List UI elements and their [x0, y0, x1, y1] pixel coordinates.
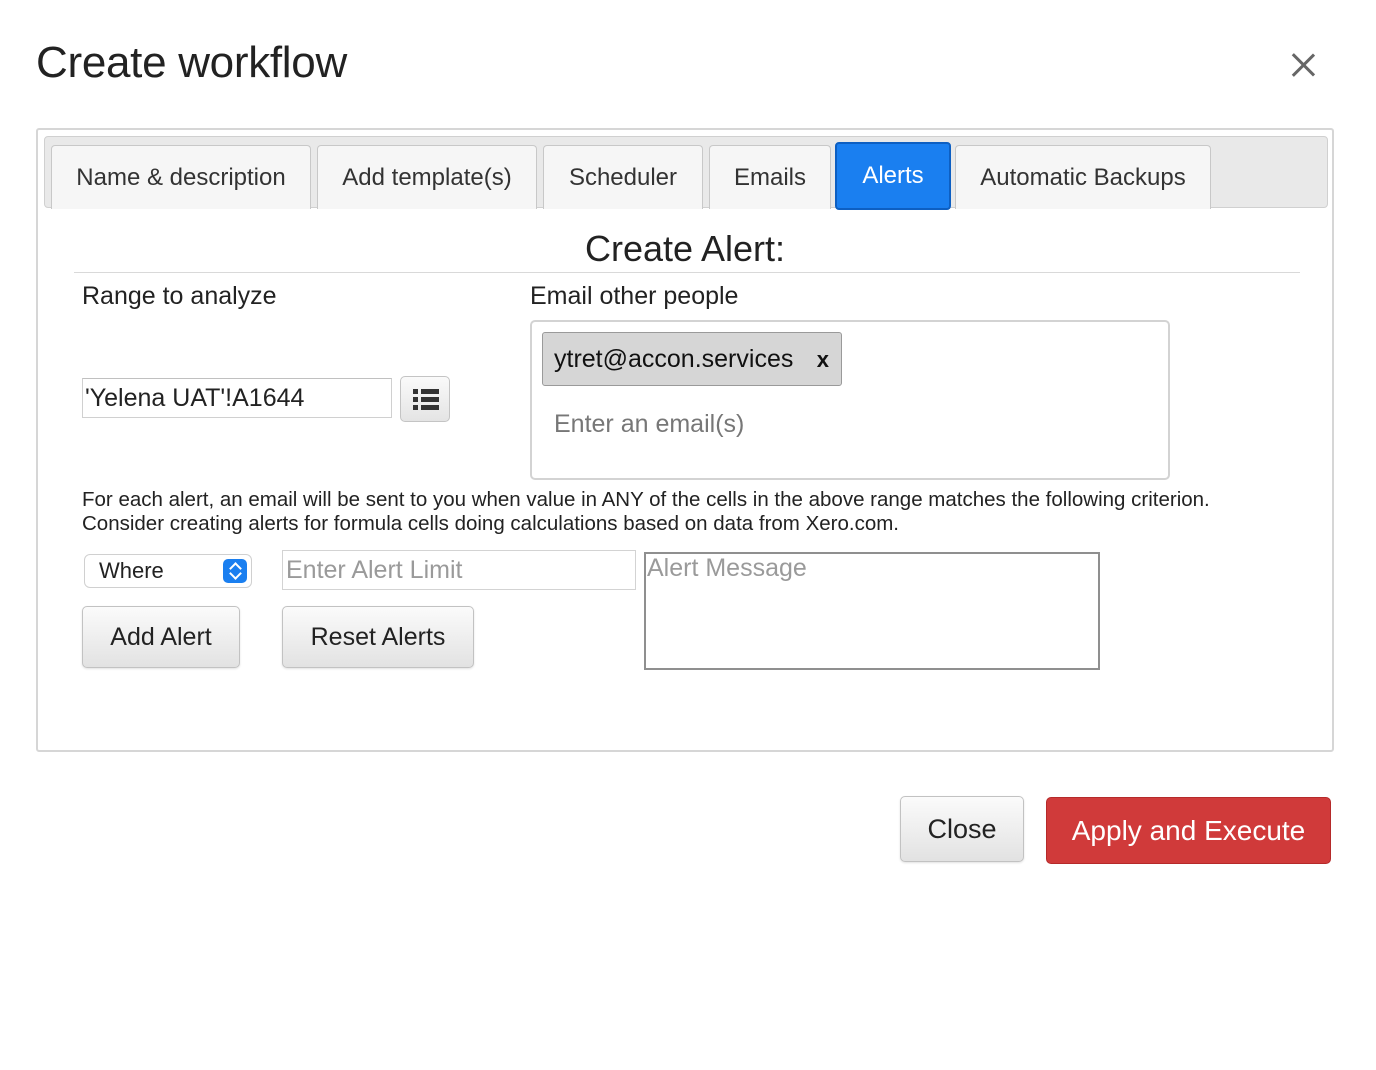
- tab-automatic-backups[interactable]: Automatic Backups: [955, 145, 1211, 209]
- tab-alerts[interactable]: Alerts: [835, 142, 951, 210]
- range-picker-button[interactable]: [400, 376, 450, 422]
- add-alert-button[interactable]: Add Alert: [82, 606, 240, 668]
- range-input[interactable]: 'Yelena UAT'!A1644: [82, 378, 392, 418]
- close-button[interactable]: Close: [900, 796, 1024, 862]
- email-input[interactable]: [554, 406, 1154, 442]
- workflow-panel: Name & description Add template(s) Sched…: [36, 128, 1334, 752]
- section-title: Create Alert:: [584, 228, 786, 269]
- email-chip: ytret@accon.services x: [542, 332, 842, 386]
- alert-description: For each alert, an email will be sent to…: [82, 488, 1210, 535]
- tab-scheduler[interactable]: Scheduler: [543, 145, 703, 209]
- alert-message-input[interactable]: [644, 552, 1100, 670]
- email-label: Email other people: [530, 282, 739, 310]
- tab-emails[interactable]: Emails: [709, 145, 831, 209]
- condition-select[interactable]: Where: [84, 554, 252, 588]
- divider: [74, 272, 1300, 273]
- tab-name-description[interactable]: Name & description: [51, 145, 311, 209]
- chip-remove-icon[interactable]: x: [817, 347, 829, 373]
- email-chip-label: ytret@accon.services: [554, 344, 794, 373]
- select-arrows-icon: [223, 559, 247, 583]
- email-recipients-box[interactable]: ytret@accon.services x: [530, 320, 1170, 480]
- condition-select-value: Where: [99, 558, 164, 583]
- range-label: Range to analyze: [82, 282, 277, 310]
- tab-add-templates[interactable]: Add template(s): [317, 145, 537, 209]
- dialog-title: Create workflow: [36, 38, 347, 87]
- list-icon: [413, 389, 439, 411]
- tab-bar: Name & description Add template(s) Sched…: [44, 136, 1328, 210]
- reset-alerts-button[interactable]: Reset Alerts: [282, 606, 474, 668]
- apply-execute-button[interactable]: Apply and Execute: [1046, 797, 1331, 864]
- alert-limit-input[interactable]: [282, 550, 636, 590]
- close-icon[interactable]: [1286, 48, 1320, 82]
